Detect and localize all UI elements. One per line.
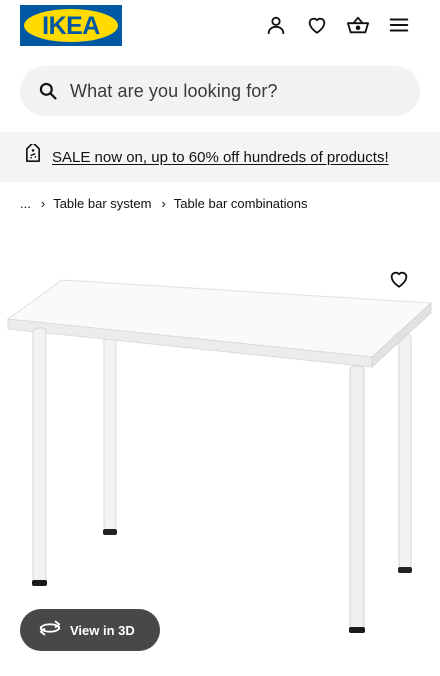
- view-in-3d-label: View in 3D: [70, 622, 135, 638]
- search-icon: [38, 80, 60, 102]
- rotate-3d-icon: [38, 619, 62, 642]
- breadcrumb-ellipsis[interactable]: ...: [20, 196, 31, 211]
- search-bar[interactable]: What are you looking for?: [20, 66, 420, 116]
- basket-icon[interactable]: [346, 13, 370, 37]
- breadcrumb-item-table-bar-combinations[interactable]: Table bar combinations: [174, 196, 308, 211]
- menu-icon[interactable]: [387, 13, 411, 37]
- sale-banner-link[interactable]: SALE now on, up to 60% off hundreds of p…: [52, 149, 389, 166]
- chevron-right-icon: ›: [40, 195, 46, 211]
- view-in-3d-button[interactable]: View in 3D: [20, 609, 160, 651]
- heart-icon[interactable]: [305, 13, 329, 37]
- sale-banner[interactable]: SALE now on, up to 60% off hundreds of p…: [0, 132, 440, 182]
- price-tag-icon: [22, 142, 44, 171]
- header: IKEA: [0, 0, 440, 56]
- breadcrumb-item-table-bar-system[interactable]: Table bar system: [53, 196, 151, 211]
- favorite-heart-icon[interactable]: [386, 266, 412, 292]
- ikea-logo[interactable]: IKEA: [20, 5, 122, 46]
- svg-text:IKEA: IKEA: [42, 12, 100, 40]
- search-input[interactable]: What are you looking for?: [70, 81, 278, 102]
- chevron-right-icon: ›: [161, 195, 166, 211]
- user-icon[interactable]: [264, 13, 288, 37]
- breadcrumb: ... › Table bar system › Table bar combi…: [20, 194, 308, 212]
